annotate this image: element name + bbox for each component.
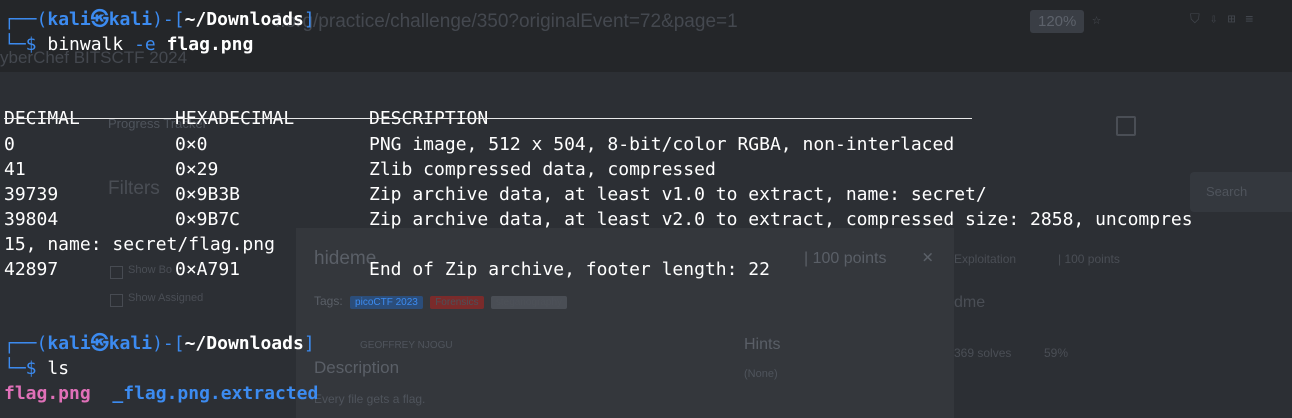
table-header: DECIMAL HEXADECIMAL DESCRIPTION (4, 108, 489, 129)
table-row: 42897 0×A791 End of Zip archive, footer le… (4, 259, 770, 280)
prompt-line-1: ┌──(kali㉿kali)-[~/Downloads] (4, 9, 315, 30)
table-row: 39739 0×9B3B Zip archive data, at least v1… (4, 184, 987, 205)
command-line-1: └─$ binwalk -e flag.png (4, 34, 254, 55)
dir-extracted: _flag.png.extracted (112, 383, 319, 404)
prompt-line-2: ┌──(kali㉿kali)-[~/Downloads] (4, 333, 315, 354)
header-divider (4, 118, 972, 119)
terminal-window[interactable]: ┌──(kali㉿kali)-[~/Downloads] └─$ binwalk… (0, 0, 1292, 418)
table-row: 0 0×0 PNG image, 512 x 504, 8-bit/color RG… (4, 134, 955, 155)
ls-output: flag.png _flag.png.extracted (4, 382, 318, 406)
table-row-wrap: 15, name: secret/flag.png (4, 234, 275, 255)
command-line-2: └─$ ls (4, 358, 70, 379)
table-row: 39804 0×9B7C Zip archive data, at least v2… (4, 209, 1193, 230)
table-row: 41 0×29 Zlib compressed data, compressed (4, 159, 716, 180)
file-flag-png: flag.png (4, 383, 91, 404)
